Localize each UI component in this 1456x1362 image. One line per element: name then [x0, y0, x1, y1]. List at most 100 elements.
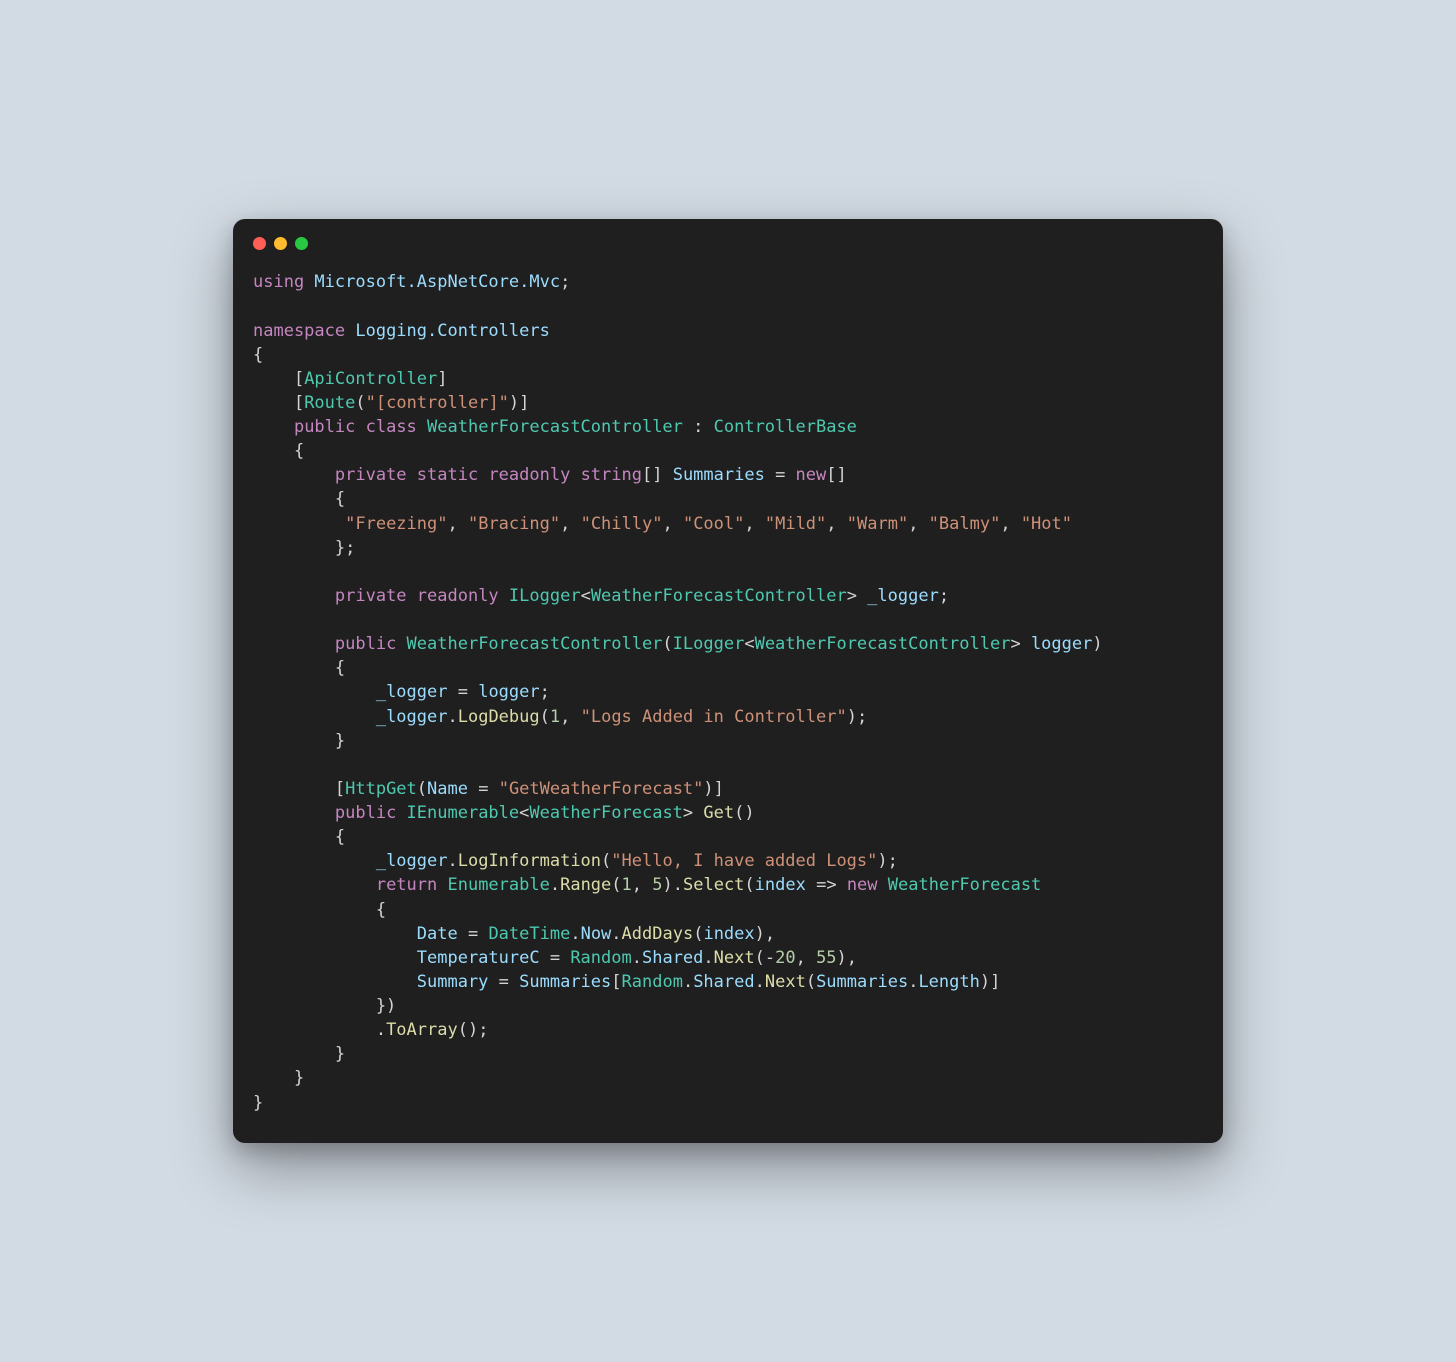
indent — [253, 634, 335, 654]
indent — [253, 924, 417, 944]
bracket: [ — [253, 779, 345, 799]
paren: )] — [980, 972, 1000, 992]
zoom-button[interactable] — [295, 237, 308, 250]
indent — [253, 514, 345, 534]
paren: ( — [601, 851, 611, 871]
attribute: ApiController — [304, 369, 437, 389]
minimize-button[interactable] — [274, 237, 287, 250]
dot: . — [253, 1020, 386, 1040]
paren: ( — [693, 924, 703, 944]
number: 5 — [652, 875, 662, 895]
indent — [253, 803, 335, 823]
code-editor[interactable]: using Microsoft.AspNetCore.Mvc; namespac… — [233, 250, 1223, 1142]
dot: . — [755, 972, 765, 992]
prop-summary: Summary — [417, 972, 489, 992]
var-index: index — [703, 924, 754, 944]
dot: . — [550, 875, 560, 895]
string-literal: "Balmy" — [929, 514, 1001, 534]
titlebar — [233, 219, 1223, 250]
string-literal: "Freezing" — [345, 514, 447, 534]
paren: ); — [877, 851, 897, 871]
comma: , — [796, 948, 816, 968]
dot: . — [632, 948, 642, 968]
equals: = — [468, 779, 499, 799]
string-literal: "Cool" — [683, 514, 744, 534]
equals: = — [447, 682, 478, 702]
type-random: Random — [622, 972, 683, 992]
method-loginfo: LogInformation — [458, 851, 601, 871]
field-ref: _logger — [376, 682, 448, 702]
number: 1 — [550, 707, 560, 727]
string-literal: "Warm" — [847, 514, 908, 534]
keyword-using: using — [253, 272, 304, 292]
keyword-class: class — [355, 417, 416, 437]
method-adddays: AddDays — [622, 924, 694, 944]
comma: , — [662, 514, 682, 534]
keyword-string: string — [570, 465, 642, 485]
paren: ( — [611, 875, 621, 895]
indent — [253, 948, 417, 968]
comma: , — [744, 514, 764, 534]
paren: (- — [755, 948, 775, 968]
indent — [253, 851, 376, 871]
comma: , — [447, 514, 467, 534]
prop-date: Date — [417, 924, 458, 944]
type-param: WeatherForecast — [529, 803, 683, 823]
type-weatherforecast: WeatherForecast — [878, 875, 1042, 895]
comma: , — [908, 514, 928, 534]
type-enumerable: Enumerable — [437, 875, 550, 895]
close-brace: }) — [253, 996, 396, 1016]
class-name: WeatherForecastController — [417, 417, 683, 437]
brace: { — [253, 827, 345, 847]
comma: , — [560, 514, 580, 534]
attribute-httpget: HttpGet — [345, 779, 417, 799]
type-ienumerable: IEnumerable — [396, 803, 519, 823]
indent — [253, 707, 376, 727]
paren: ); — [847, 707, 867, 727]
keyword-return: return — [376, 875, 437, 895]
param-ref: logger — [478, 682, 539, 702]
field-logger: _logger — [867, 586, 939, 606]
keyword-new: new — [847, 875, 878, 895]
paren: () — [734, 803, 754, 823]
type-param: WeatherForecastController — [591, 586, 847, 606]
paren: ( — [744, 875, 754, 895]
field-ref: _logger — [376, 851, 448, 871]
paren: ) — [1092, 634, 1102, 654]
field-summaries: Summaries — [519, 972, 611, 992]
dot: . — [447, 707, 457, 727]
prop-shared: Shared — [642, 948, 703, 968]
angle-bracket: > — [847, 586, 867, 606]
keyword-readonly: readonly — [407, 586, 499, 606]
close-button[interactable] — [253, 237, 266, 250]
brace: } — [253, 731, 345, 751]
type-datetime: DateTime — [488, 924, 570, 944]
method-next: Next — [765, 972, 806, 992]
keyword-public: public — [294, 417, 355, 437]
bracket: ] — [437, 369, 447, 389]
comma: , — [560, 707, 580, 727]
indent — [253, 682, 376, 702]
angle-bracket: < — [744, 634, 754, 654]
paren: )] — [509, 393, 529, 413]
type-param: WeatherForecastController — [755, 634, 1011, 654]
keyword-public: public — [335, 803, 396, 823]
indent — [253, 875, 376, 895]
namespace-ref: Microsoft.AspNetCore.Mvc — [304, 272, 560, 292]
number: 1 — [622, 875, 632, 895]
string-literal: "Hot" — [1021, 514, 1072, 534]
type-random: Random — [570, 948, 631, 968]
indent — [253, 417, 294, 437]
number: 20 — [775, 948, 795, 968]
field-summaries: Summaries — [816, 972, 908, 992]
string-literal: "Hello, I have added Logs" — [611, 851, 877, 871]
brace: } — [253, 1044, 345, 1064]
base-class: ControllerBase — [714, 417, 857, 437]
dot: . — [570, 924, 580, 944]
paren: )] — [703, 779, 723, 799]
field-name: Summaries — [673, 465, 765, 485]
paren: (); — [458, 1020, 489, 1040]
string-literal: "[controller]" — [366, 393, 509, 413]
angle-bracket: > — [1010, 634, 1030, 654]
equals: = — [765, 465, 796, 485]
